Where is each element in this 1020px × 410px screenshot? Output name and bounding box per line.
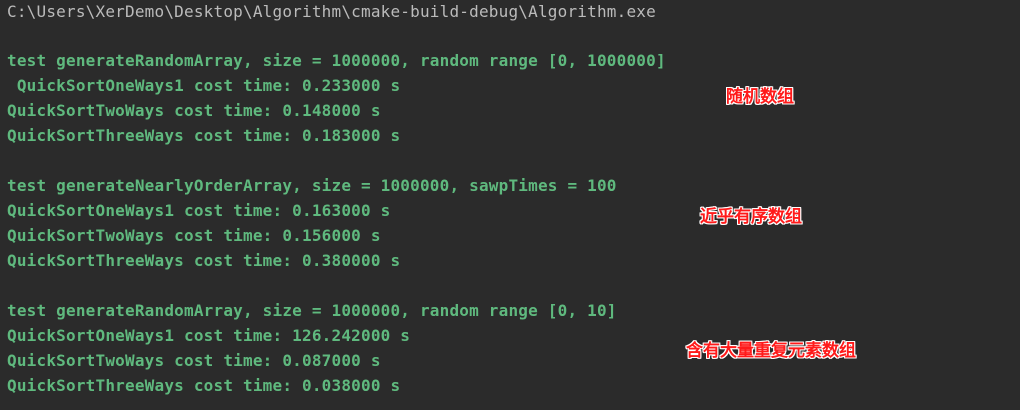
result-line: QuickSortTwoWays cost time: 0.148000 s (7, 101, 381, 120)
executable-path: C:\Users\XerDemo\Desktop\Algorithm\cmake… (7, 2, 656, 21)
test-header-many-duplicates: test generateRandomArray, size = 1000000… (7, 301, 617, 320)
test-header-random: test generateRandomArray, size = 1000000… (7, 51, 666, 70)
result-line: QuickSortOneWays1 cost time: 0.163000 s (7, 201, 391, 220)
result-line: QuickSortTwoWays cost time: 0.087000 s (7, 351, 381, 370)
result-line: QuickSortTwoWays cost time: 0.156000 s (7, 226, 381, 245)
test-header-nearly-ordered: test generateNearlyOrderArray, size = 10… (7, 176, 617, 195)
result-line: QuickSortThreeWays cost time: 0.380000 s (7, 251, 401, 270)
annotation-nearly-ordered-array: 近乎有序数组 (700, 207, 802, 227)
result-line: QuickSortThreeWays cost time: 0.183000 s (7, 126, 401, 145)
console-output[interactable]: C:\Users\XerDemo\Desktop\Algorithm\cmake… (0, 0, 1020, 410)
annotation-random-array: 随机数组 (726, 87, 794, 107)
result-line: QuickSortOneWays1 cost time: 126.242000 … (7, 326, 411, 345)
annotation-duplicate-elements-array: 含有大量重复元素数组 (686, 341, 856, 361)
result-line: QuickSortThreeWays cost time: 0.038000 s (7, 376, 401, 395)
result-line: QuickSortOneWays1 cost time: 0.233000 s (7, 76, 401, 95)
